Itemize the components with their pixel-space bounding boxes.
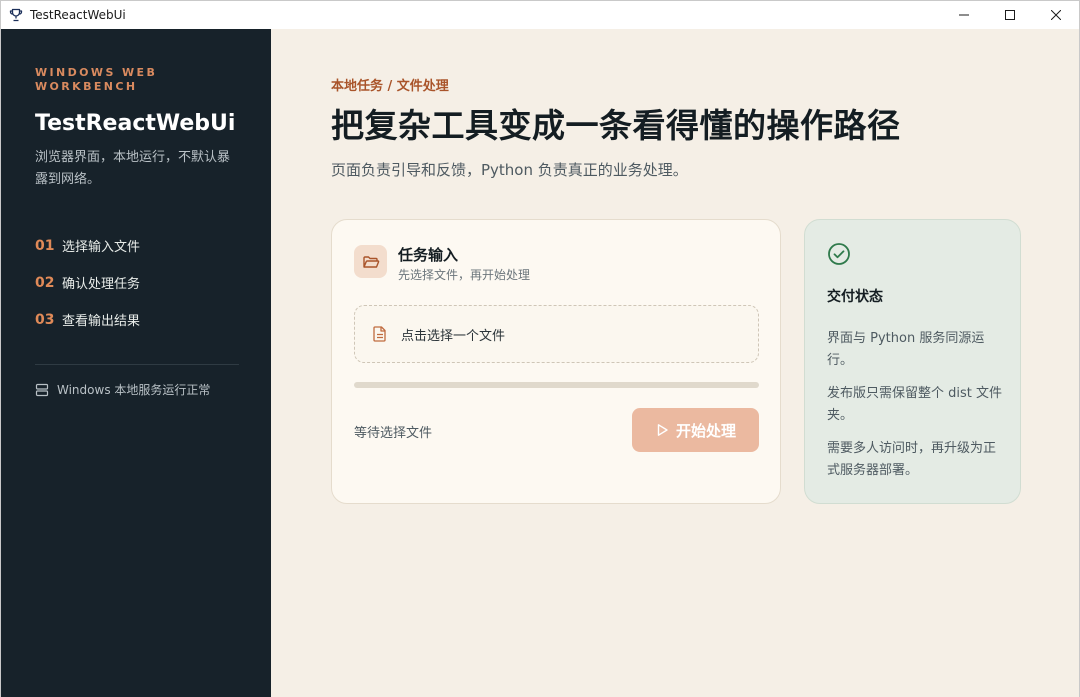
minimize-button[interactable] (941, 1, 987, 29)
file-text-icon (371, 325, 389, 343)
app-window: TestReactWebUi WINDOWS WEB WORKBENCH Tes… (0, 0, 1080, 697)
task-card-title: 任务输入 (398, 246, 459, 264)
waiting-status-text: 等待选择文件 (354, 426, 433, 441)
maximize-icon (1005, 10, 1015, 20)
step-label: 查看输出结果 (62, 314, 141, 329)
delivery-status-card: 交付状态 界面与 Python 服务同源运行。 发布版只需保留整个 dist 文… (804, 219, 1021, 504)
brand-description: 浏览器界面，本地运行，不默认暴露到网络。 (35, 150, 231, 187)
main-content: 本地任务 / 文件处理 把复杂工具变成一条看得懂的操作路径 页面负责引导和反馈，… (271, 29, 1079, 697)
folder-open-icon (354, 245, 387, 278)
brand-title: TestReactWebUi (35, 111, 236, 136)
sidebar-divider (35, 364, 239, 365)
check-circle-icon (827, 242, 851, 266)
status-note: 发布版只需保留整个 dist 文件夹。 (827, 386, 1002, 423)
step-item-view-output[interactable]: 03 查看输出结果 (35, 301, 140, 338)
service-status: Windows 本地服务运行正常 (35, 381, 210, 398)
status-note-list: 界面与 Python 服务同源运行。 发布版只需保留整个 dist 文件夹。 需… (827, 328, 1002, 493)
breadcrumb: 本地任务 / 文件处理 (331, 79, 449, 94)
start-button-label: 开始处理 (675, 422, 736, 440)
server-icon (35, 383, 49, 397)
step-list: 01 选择输入文件 02 确认处理任务 03 查看输出结果 (35, 227, 140, 338)
step-number: 01 (35, 237, 55, 254)
close-icon (1051, 10, 1061, 20)
title-bar[interactable]: TestReactWebUi (1, 1, 1079, 29)
status-note: 需要多人访问时，再升级为正式服务器部署。 (827, 441, 997, 478)
step-label: 选择输入文件 (62, 240, 141, 255)
step-number: 02 (35, 274, 55, 291)
progress-bar (354, 382, 759, 388)
trophy-icon (9, 8, 23, 22)
step-number: 03 (35, 311, 55, 328)
close-button[interactable] (1033, 1, 1079, 29)
page-title: 把复杂工具变成一条看得懂的操作路径 (331, 106, 901, 145)
sidebar: WINDOWS WEB WORKBENCH TestReactWebUi 浏览器… (1, 29, 271, 697)
status-note: 界面与 Python 服务同源运行。 (827, 331, 985, 368)
window-controls (941, 1, 1079, 29)
window-title: TestReactWebUi (30, 8, 126, 22)
page-subtitle: 页面负责引导和反馈，Python 负责真正的业务处理。 (331, 161, 688, 179)
task-card-subtitle: 先选择文件，再开始处理 (398, 268, 531, 282)
step-item-select-file[interactable]: 01 选择输入文件 (35, 227, 140, 264)
brand-kicker: WINDOWS WEB WORKBENCH (35, 66, 158, 93)
start-processing-button[interactable]: 开始处理 (632, 408, 759, 452)
step-item-confirm-task[interactable]: 02 确认处理任务 (35, 264, 140, 301)
minimize-icon (959, 14, 969, 16)
play-icon (655, 423, 669, 437)
dropzone-label: 点击选择一个文件 (401, 328, 506, 344)
service-status-text: Windows 本地服务运行正常 (57, 383, 211, 397)
task-input-card: 任务输入 先选择文件，再开始处理 点击选择一个文件 等待选择文件 开始处理 (331, 219, 781, 504)
status-card-title: 交付状态 (827, 289, 883, 305)
maximize-button[interactable] (987, 1, 1033, 29)
file-picker-dropzone[interactable]: 点击选择一个文件 (354, 305, 759, 363)
step-label: 确认处理任务 (62, 277, 141, 292)
